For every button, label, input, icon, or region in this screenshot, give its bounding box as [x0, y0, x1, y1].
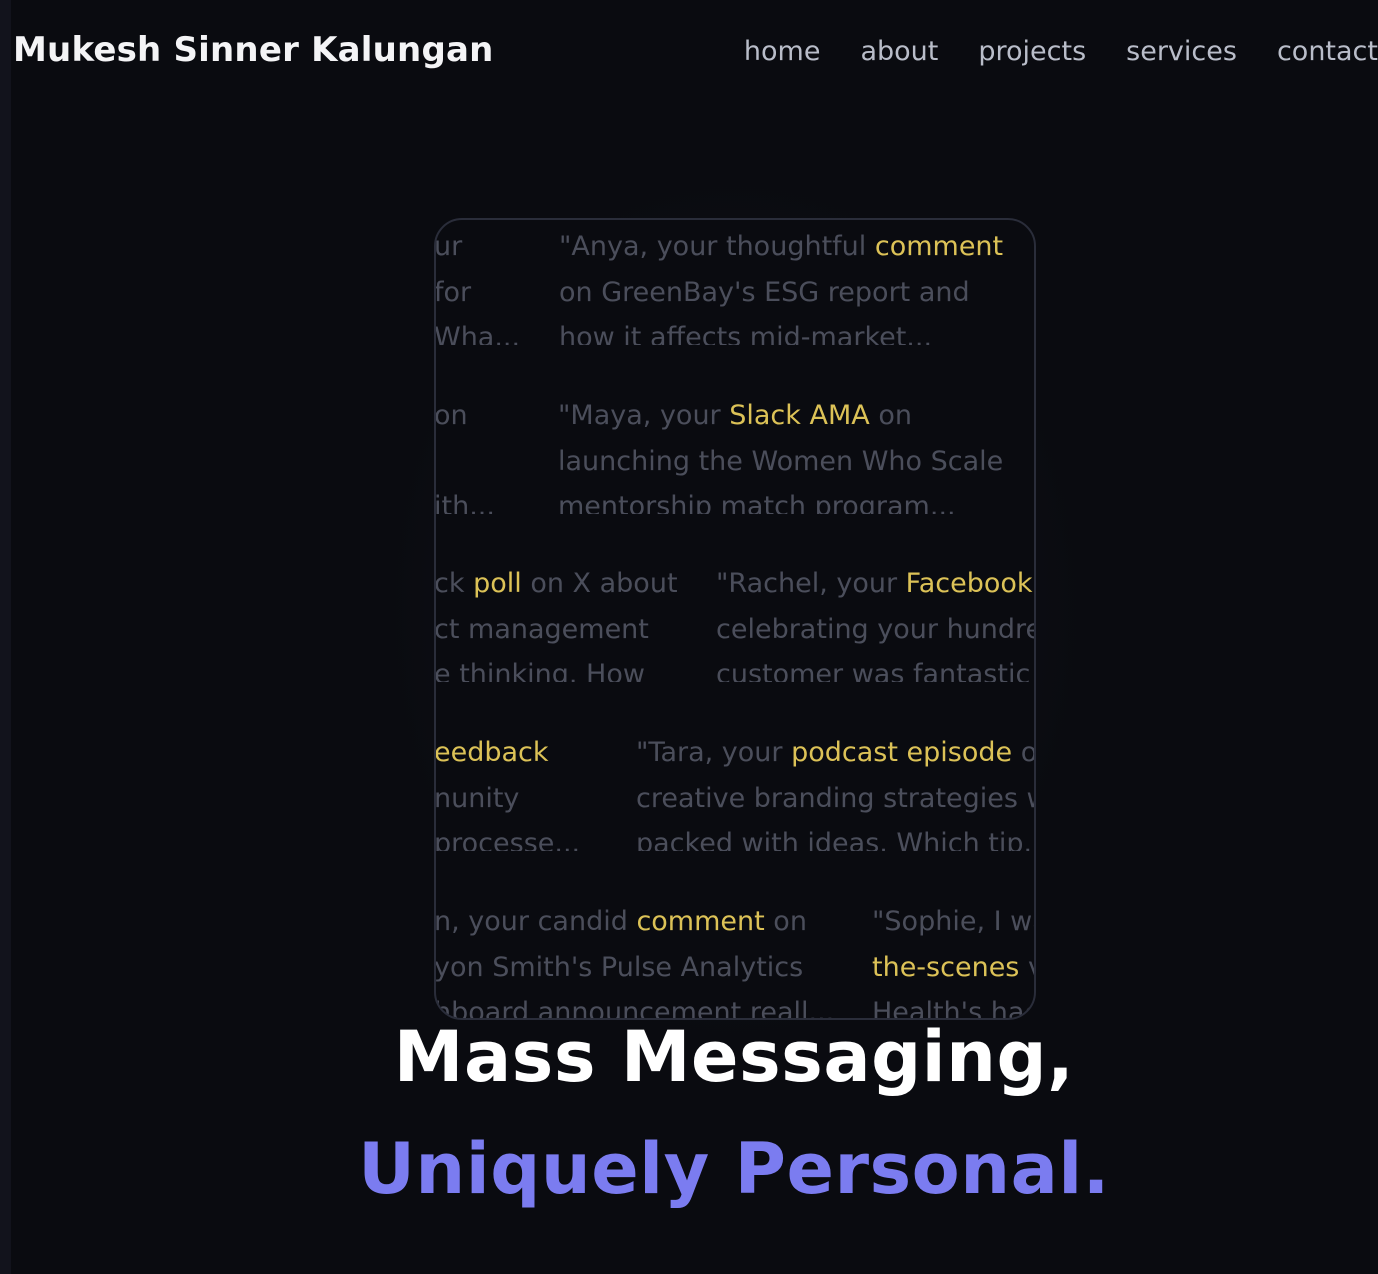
site-brand[interactable]: Mukesh Sinner Kalungan [13, 30, 494, 70]
message-line: Wha... [434, 322, 521, 345]
message-snippet: ck poll on X about ct management e think… [434, 561, 678, 682]
message-snippet: ur for Wha... [434, 224, 521, 345]
message-line: eedback [434, 730, 580, 776]
nav-contact[interactable]: contact [1277, 36, 1378, 67]
message-snippet: eedback nunity processe... [434, 730, 581, 851]
nav-about[interactable]: about [860, 36, 938, 67]
message-line: mentorship match program... [558, 491, 956, 514]
message-snippet: "Sophie, I wa the-scenes v Health's hac [872, 899, 1036, 1018]
highlight-keyword: comment [874, 231, 1004, 262]
message-line: e thinking. How [434, 659, 645, 682]
message-line: "Rachel, your Facebook p [716, 561, 1034, 607]
message-line: ith... [434, 491, 495, 514]
page: Mukesh Sinner Kalungan home about projec… [0, 0, 1378, 1274]
message-line: for [434, 276, 472, 308]
message-line: "Maya, your Slack AMA on [558, 400, 912, 431]
message-line: yon Smith's Pulse Analytics [434, 951, 804, 983]
message-snippet: "Anya, your thoughtful comment on GreenB… [559, 224, 1003, 345]
highlight-keyword: the-scenes [872, 951, 1020, 983]
message-line: "Tara, your podcast episode on [636, 737, 1036, 768]
message-line: processe... [434, 828, 581, 851]
hero-headline: Mass Messaging, [393, 1016, 1075, 1098]
message-line: "Sophie, I wa [872, 906, 1036, 937]
message-line: creative branding strategies wa [636, 782, 1036, 814]
message-line: launching the Women Who Scale [558, 445, 1004, 477]
highlight-keyword: poll [473, 568, 522, 599]
message-line: customer was fantastic [716, 659, 1031, 682]
message-snippet: on ith... [434, 393, 495, 514]
highlight-keyword: podcast episode [791, 737, 1013, 768]
hero-subheadline: Uniquely Personal. [358, 1128, 1110, 1210]
nav-home[interactable]: home [744, 36, 821, 67]
message-line: ct management [434, 613, 649, 645]
message-line: nunity [434, 782, 520, 814]
message-line: how it affects mid-market... [559, 322, 933, 345]
message-line: ck poll on X about [434, 568, 678, 599]
highlight-keyword: Slack AMA [729, 400, 870, 431]
message-line [436, 439, 495, 485]
message-snippet: "Tara, your podcast episode on creative … [636, 730, 1036, 851]
message-snippet: n, your candid comment on yon Smith's Pu… [434, 899, 834, 1018]
message-line: the-scenes v [872, 945, 1034, 991]
main-nav: home about projects services contact [744, 36, 1378, 67]
nav-services[interactable]: services [1126, 36, 1237, 67]
message-line: celebrating your hundred [716, 613, 1036, 645]
message-snippet: "Maya, your Slack AMA on launching the W… [558, 393, 1003, 514]
message-showcase-card: ur for Wha... "Anya, your thoughtful com… [434, 218, 1036, 1020]
highlight-keyword: eedback [434, 737, 549, 768]
message-line: packed with ideas. Which tip... [636, 828, 1036, 851]
nav-projects[interactable]: projects [978, 36, 1086, 67]
highlight-keyword: comment [636, 906, 765, 937]
message-line: on [434, 400, 468, 431]
message-line: ur [434, 231, 463, 262]
message-line: "Anya, your thoughtful comment [559, 231, 1004, 262]
message-line: n, your candid comment on [434, 906, 807, 937]
message-snippet: "Rachel, your Facebook p celebrating you… [716, 561, 1036, 682]
message-line: on GreenBay's ESG report and [559, 276, 970, 308]
highlight-keyword: Facebook p [905, 568, 1034, 599]
